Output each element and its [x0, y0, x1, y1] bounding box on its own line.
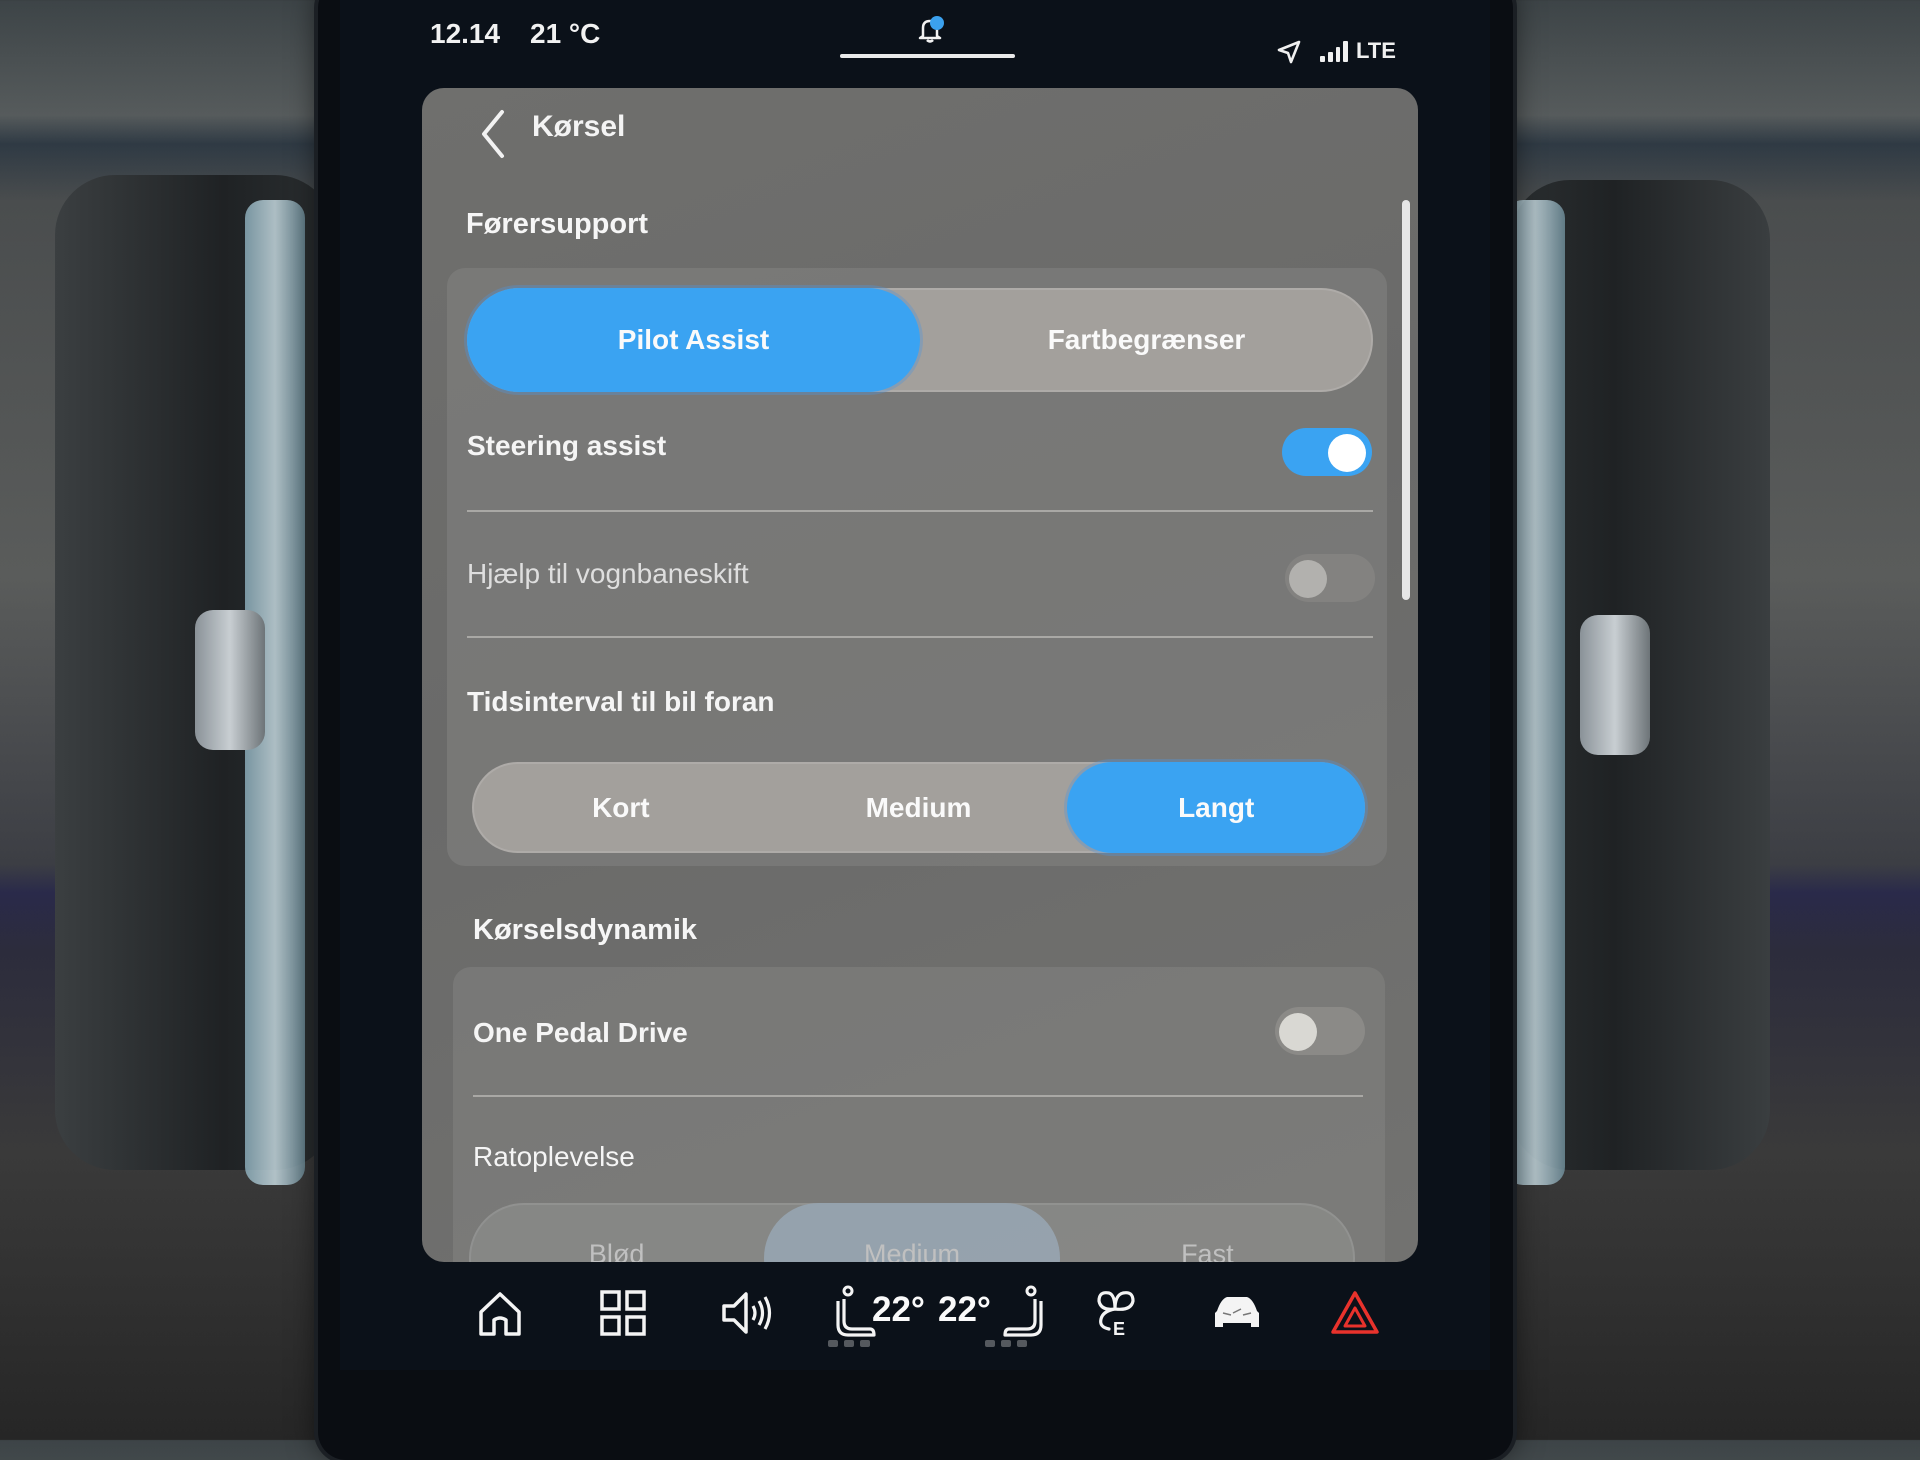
steering-feel-medium[interactable]: Medium — [764, 1203, 1060, 1262]
mode-pilot-assist[interactable]: Pilot Assist — [467, 288, 920, 392]
hazard-triangle-icon — [1331, 1291, 1379, 1334]
lane-change-assist-toggle[interactable] — [1285, 554, 1375, 602]
fan-eco-icon: E — [1097, 1291, 1135, 1339]
divider — [467, 636, 1373, 638]
apps-button[interactable] — [588, 1278, 658, 1348]
section-heading-driving-dynamics: Kørselsdynamik — [473, 914, 698, 946]
steering-assist-label: Steering assist — [467, 430, 667, 461]
speaker-icon — [722, 1292, 772, 1334]
mount-clip-right — [1580, 615, 1650, 755]
location-arrow-icon — [1277, 40, 1301, 64]
page-title: Kørsel — [532, 110, 626, 143]
bottom-dock: 22° 22° E — [420, 1278, 1420, 1368]
pull-down-handle[interactable] — [840, 54, 1015, 58]
driver-seat-heat-level — [828, 1340, 870, 1347]
driving-dynamics-card: One Pedal Drive Ratoplevelse Blød Medium… — [453, 967, 1385, 1262]
time-gap-selector: Kort Medium Langt — [472, 762, 1366, 853]
steering-feel-firm[interactable]: Fast — [1060, 1203, 1355, 1262]
app-grid-icon — [600, 1290, 646, 1336]
notification-badge — [930, 16, 944, 30]
driver-support-card: Pilot Assist Fartbegrænser Steering assi… — [447, 268, 1387, 866]
settings-panel: Kørsel Førersupport Pilot Assist Fartbeg… — [422, 88, 1418, 1262]
divider — [473, 1095, 1363, 1097]
status-time: 12.14 — [430, 18, 501, 49]
steering-feel-soft[interactable]: Blød — [469, 1203, 764, 1262]
passenger-temperature[interactable]: 22° — [938, 1290, 991, 1330]
one-pedal-drive-label: One Pedal Drive — [473, 1017, 688, 1048]
driver-support-mode-selector: Pilot Assist Fartbegrænser — [467, 288, 1373, 392]
steering-feel-selector: Blød Medium Fast — [469, 1203, 1355, 1262]
home-button[interactable] — [465, 1278, 535, 1348]
hazard-button[interactable] — [1320, 1278, 1390, 1348]
volume-button[interactable] — [712, 1278, 782, 1348]
section-heading-driver-support: Førersupport — [466, 208, 649, 240]
steering-assist-toggle[interactable] — [1282, 428, 1372, 476]
seat-heat-right-icon — [1003, 1285, 1043, 1337]
passenger-seat-heat-level — [985, 1340, 1027, 1347]
screen-glass-edge-right — [1505, 200, 1565, 1185]
scrollbar[interactable] — [1402, 200, 1410, 600]
fan-button[interactable]: E — [1080, 1278, 1150, 1348]
driver-temperature[interactable]: 22° — [872, 1290, 925, 1330]
home-icon — [479, 1292, 521, 1336]
car-icon — [1215, 1297, 1259, 1327]
car-button[interactable] — [1202, 1278, 1272, 1348]
divider — [467, 510, 1373, 512]
mode-speed-limiter[interactable]: Fartbegrænser — [920, 288, 1373, 392]
back-button[interactable] — [470, 104, 516, 164]
time-gap-medium[interactable]: Medium — [770, 762, 1068, 853]
network-type: LTE — [1356, 38, 1396, 63]
signal-bars-icon — [1320, 38, 1348, 62]
time-gap-short[interactable]: Kort — [472, 762, 770, 853]
lane-change-assist-label: Hjælp til vognbaneskift — [467, 558, 749, 589]
time-gap-long[interactable]: Langt — [1067, 762, 1366, 853]
passenger-seat-heat-button[interactable] — [995, 1278, 1051, 1348]
mount-clip-left — [195, 610, 265, 750]
steering-feel-label: Ratoplevelse — [473, 1141, 635, 1172]
time-gap-label: Tidsinterval til bil foran — [467, 686, 775, 717]
status-outside-temperature: 21 °C — [530, 18, 601, 49]
svg-text:E: E — [1113, 1319, 1125, 1339]
one-pedal-drive-toggle[interactable] — [1275, 1007, 1365, 1055]
